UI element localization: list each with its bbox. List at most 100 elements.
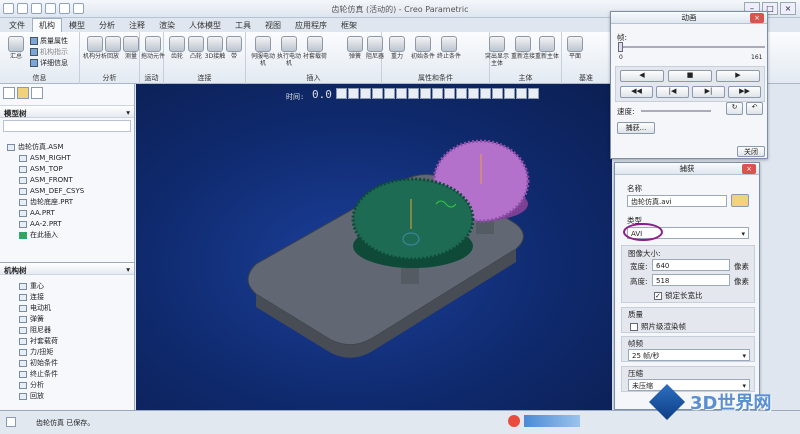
- input-method-icon[interactable]: [508, 415, 520, 427]
- folder-tab-icon[interactable]: [17, 87, 29, 99]
- fps-select[interactable]: 25 帧/秒 ▾: [628, 349, 750, 361]
- tab-framework[interactable]: 框架: [334, 18, 364, 32]
- tray-icons[interactable]: [524, 415, 580, 427]
- close-icon[interactable]: ×: [742, 164, 756, 174]
- stop-button[interactable]: ■: [668, 70, 712, 82]
- tab-model[interactable]: 模型: [62, 18, 92, 32]
- tab-render[interactable]: 渲染: [152, 18, 182, 32]
- tree-item-csys[interactable]: ASM_DEF_CSYS: [0, 186, 134, 197]
- initial-icon: [415, 36, 431, 52]
- connection-icon: [19, 294, 27, 301]
- tree-item-asm-front[interactable]: ASM_FRONT: [0, 175, 134, 186]
- mech-display-tool[interactable]: 机构指示: [30, 47, 68, 57]
- name-field[interactable]: 齿轮仿真.avi: [627, 195, 727, 207]
- tree-item-asm-top[interactable]: ASM_TOP: [0, 164, 134, 175]
- animation-dialog: 动画 × 帧: 0 161 ◀ ■ ▶ ◀◀ |◀ ▶| ▶▶ 速度: ↻ ↶ 捕…: [610, 11, 768, 159]
- playback-icon: [19, 393, 27, 400]
- step-forward-button[interactable]: ▶|: [692, 86, 725, 98]
- mech-item-force-torque[interactable]: 力/扭矩: [0, 347, 134, 358]
- mech-item-playback[interactable]: 回放: [0, 391, 134, 402]
- tab-analysis[interactable]: 分析: [92, 18, 122, 32]
- mech-tree-collapse-icon[interactable]: ▾: [126, 265, 130, 274]
- animation-dialog-title: 动画 ×: [611, 12, 767, 24]
- width-field[interactable]: 640: [652, 259, 730, 271]
- force-motor-tool[interactable]: 执行电动机: [276, 36, 302, 67]
- mass-props-tool[interactable]: 质量属性: [30, 36, 68, 46]
- mech-item-initial[interactable]: 初始条件: [0, 358, 134, 369]
- frame-slider-track[interactable]: [619, 46, 765, 48]
- details-icon: [30, 59, 38, 67]
- tree-item-asm-right[interactable]: ASM_RIGHT: [0, 153, 134, 164]
- tree-item-aa2-part[interactable]: AA-2.PRT: [0, 219, 134, 230]
- capture-button[interactable]: 捕获...: [617, 122, 655, 134]
- close-icon[interactable]: ×: [750, 13, 764, 23]
- initial-condition-tool[interactable]: 初始条件: [410, 36, 436, 60]
- mech-item-center-gravity[interactable]: 重心: [0, 281, 134, 292]
- tab-applications[interactable]: 应用程序: [288, 18, 334, 32]
- status-toggle-icon[interactable]: [6, 417, 16, 427]
- damper-icon: [367, 36, 383, 52]
- mech-item-connections[interactable]: 连接: [0, 292, 134, 303]
- step-back-button[interactable]: |◀: [656, 86, 689, 98]
- frame-slider-thumb[interactable]: [618, 42, 623, 52]
- gear-model: [247, 139, 530, 358]
- lock-aspect-checkbox[interactable]: ✓ 锁定长宽比: [654, 290, 703, 301]
- tab-manikin[interactable]: 人体模型: [182, 18, 228, 32]
- height-field[interactable]: 518: [652, 274, 730, 286]
- loop-button[interactable]: ↻: [726, 102, 743, 115]
- chevron-down-icon: ▾: [741, 230, 745, 238]
- motor-icon: [281, 36, 297, 52]
- redefine-body-tool[interactable]: 重新主体: [534, 36, 560, 60]
- favorites-tab-icon[interactable]: [31, 87, 43, 99]
- tab-file[interactable]: 文件: [2, 18, 32, 32]
- slider-start: 0: [619, 54, 623, 61]
- mech-item-motors[interactable]: 电动机: [0, 303, 134, 314]
- play-backward-button[interactable]: ◀: [620, 70, 664, 82]
- model-tree-tab-icon[interactable]: [3, 87, 15, 99]
- belt-tool[interactable]: 带: [221, 36, 247, 60]
- mech-item-termination[interactable]: 终止条件: [0, 369, 134, 380]
- browse-folder-icon[interactable]: [731, 194, 749, 207]
- tab-annotate[interactable]: 注释: [122, 18, 152, 32]
- mass-icon: [30, 37, 38, 45]
- bushing-tool[interactable]: 衬套载荷: [302, 36, 328, 60]
- tab-tools[interactable]: 工具: [228, 18, 258, 32]
- servo-motor-tool[interactable]: 伺服电动机: [250, 36, 276, 67]
- tab-view[interactable]: 视图: [258, 18, 288, 32]
- name-label: 名称: [627, 184, 642, 193]
- details-tool[interactable]: 详细信息: [30, 58, 68, 68]
- tree-search-input[interactable]: [3, 120, 131, 132]
- mech-item-dampers[interactable]: 阻尼器: [0, 325, 134, 336]
- tree-item-assembly[interactable]: 齿轮仿真.ASM: [0, 142, 134, 153]
- close-window-button[interactable]: ×: [780, 2, 796, 15]
- rewind-button[interactable]: ◀◀: [620, 86, 653, 98]
- graphics-viewport[interactable]: 时间: 0.0: [136, 84, 612, 410]
- mech-item-analysis[interactable]: 分析: [0, 380, 134, 391]
- highlight-body-tool[interactable]: 突出显示主体: [484, 36, 510, 67]
- summary-tool[interactable]: 汇总: [3, 36, 29, 60]
- tree-settings-icon[interactable]: ▾: [126, 108, 130, 117]
- speed-label: 速度:: [617, 107, 635, 116]
- reconnect-icon: [515, 36, 531, 52]
- mech-item-bushing[interactable]: 衬套载荷: [0, 336, 134, 347]
- reverse-button[interactable]: ↶: [746, 102, 763, 115]
- tree-item-base-part[interactable]: 齿轮底座.PRT: [0, 197, 134, 208]
- anim-close-button[interactable]: 关闭: [737, 146, 765, 157]
- termination-condition-tool[interactable]: 终止条件: [436, 36, 462, 60]
- drag-tool[interactable]: 拖动元件: [140, 36, 166, 60]
- reconnect-tool[interactable]: 重新连接: [510, 36, 536, 60]
- model-tree-header: 模型树 ▾: [0, 106, 134, 118]
- play-forward-button[interactable]: ▶: [716, 70, 760, 82]
- fast-forward-button[interactable]: ▶▶: [728, 86, 761, 98]
- photo-render-checkbox[interactable]: 照片级渲染帧: [630, 321, 686, 332]
- part-icon: [19, 221, 27, 228]
- mech-item-springs[interactable]: 弹簧: [0, 314, 134, 325]
- plane-tool[interactable]: 平面: [562, 36, 588, 60]
- tree-item-insert-here[interactable]: 在此插入: [0, 230, 134, 241]
- model-tree: 齿轮仿真.ASM ASM_RIGHT ASM_TOP ASM_FRONT ASM…: [0, 134, 134, 241]
- tab-mechanism[interactable]: 机构: [32, 18, 62, 32]
- analysis-icon: [19, 382, 27, 389]
- speed-slider[interactable]: [641, 110, 711, 112]
- gravity-tool[interactable]: 重力: [384, 36, 410, 60]
- tree-item-aa-part[interactable]: AA.PRT: [0, 208, 134, 219]
